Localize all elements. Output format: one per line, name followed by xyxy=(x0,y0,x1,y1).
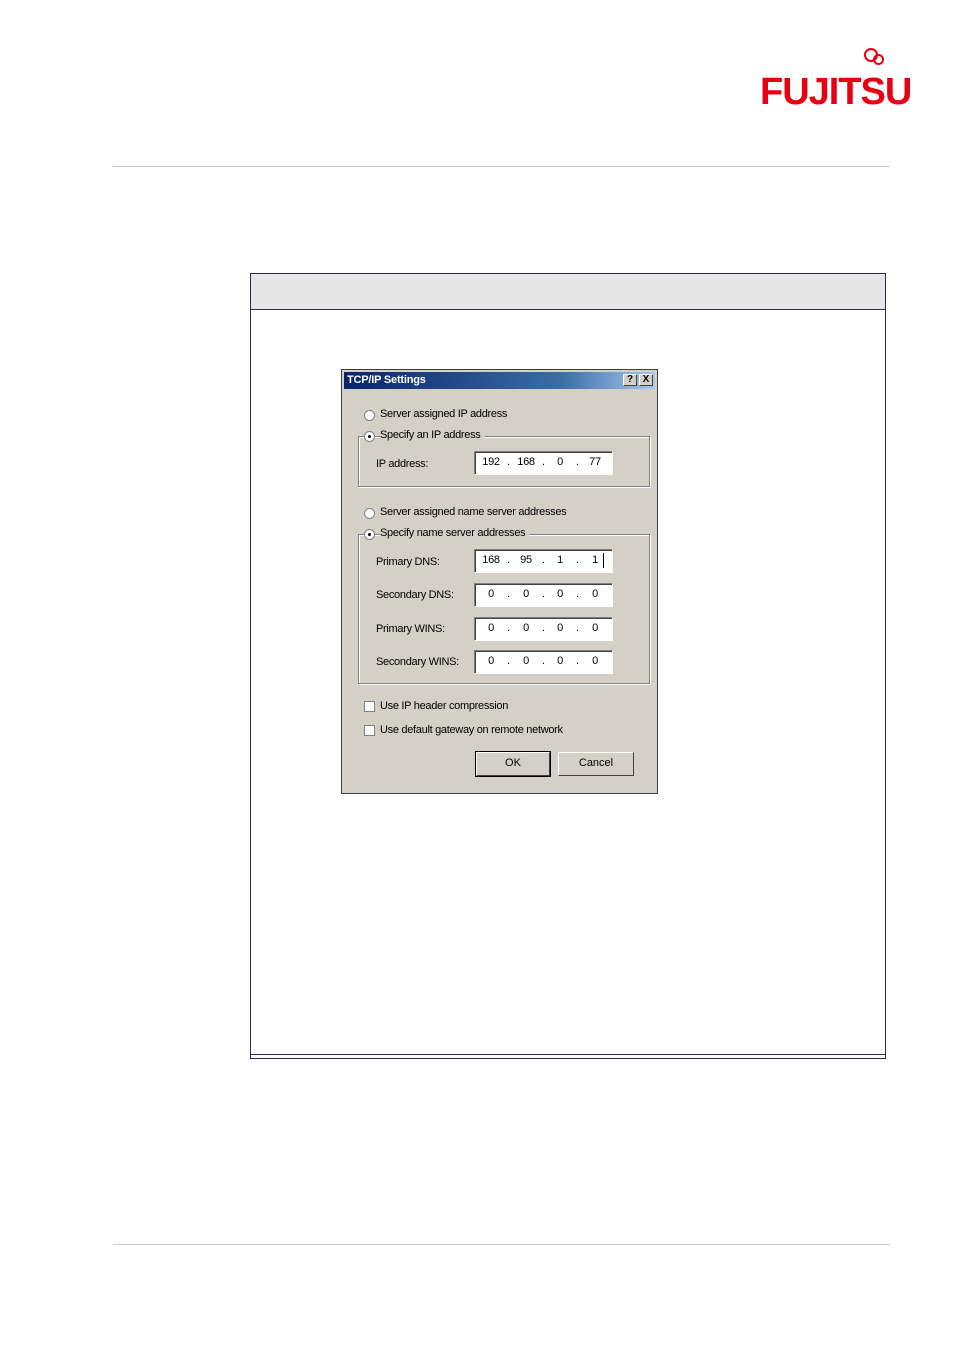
octet-separator: . xyxy=(576,456,580,468)
text-cursor xyxy=(603,553,604,568)
radio-selected-dot xyxy=(368,435,371,438)
octet-separator: . xyxy=(542,588,546,600)
secondary-dns-label: Secondary DNS: xyxy=(376,589,454,601)
figure-frame-header xyxy=(251,274,885,310)
octet-separator: . xyxy=(507,655,511,667)
radio-selected-dot xyxy=(368,533,371,536)
octet-1: 168 xyxy=(482,554,500,566)
octet-1: 0 xyxy=(488,655,494,667)
octet-separator: . xyxy=(507,456,511,468)
octet-separator: . xyxy=(576,622,580,634)
octet-2: 0 xyxy=(523,655,529,667)
octet-3: 1 xyxy=(557,554,563,566)
octet-separator: . xyxy=(576,655,580,667)
octet-1: 192 xyxy=(482,456,500,468)
dialog-title: TCP/IP Settings xyxy=(347,374,426,386)
specify-ip-label[interactable]: Specify an IP address xyxy=(380,429,485,441)
octet-2: 0 xyxy=(523,622,529,634)
octet-1: 0 xyxy=(488,622,494,634)
tcpip-settings-dialog: TCP/IP Settings ? X Server assigned IP a… xyxy=(341,369,658,794)
server-assigned-ip-label[interactable]: Server assigned IP address xyxy=(380,408,507,420)
octet-separator: . xyxy=(507,622,511,634)
octet-separator: . xyxy=(542,456,546,468)
octet-separator: . xyxy=(507,554,511,566)
primary-wins-field[interactable]: 0 . 0 . 0 . 0 xyxy=(474,617,613,641)
secondary-dns-field[interactable]: 0 . 0 . 0 . 0 xyxy=(474,583,613,607)
octet-3: 0 xyxy=(557,655,563,667)
octet-3: 0 xyxy=(557,588,563,600)
ip-address-field[interactable]: 192 . 168 . 0 . 77 xyxy=(474,451,613,475)
specify-dns-label[interactable]: Specify name server addresses xyxy=(380,527,530,539)
ok-button[interactable]: OK xyxy=(475,751,551,777)
primary-wins-label: Primary WINS: xyxy=(376,623,445,635)
cancel-button[interactable]: Cancel xyxy=(558,752,634,776)
dialog-titlebar[interactable]: TCP/IP Settings ? X xyxy=(344,372,655,389)
secondary-wins-field[interactable]: 0 . 0 . 0 . 0 xyxy=(474,650,613,674)
octet-3: 0 xyxy=(557,622,563,634)
octet-separator: . xyxy=(576,588,580,600)
figure-frame-bottom-line xyxy=(251,1054,885,1055)
octet-2: 95 xyxy=(520,554,532,566)
logo-text: FUJITSU xyxy=(760,71,912,113)
octet-2: 168 xyxy=(517,456,535,468)
default-gateway-checkbox[interactable] xyxy=(364,725,375,736)
octet-separator: . xyxy=(507,588,511,600)
octet-4: 0 xyxy=(592,588,598,600)
octet-3: 0 xyxy=(557,456,563,468)
server-assigned-dns-radio[interactable] xyxy=(364,508,375,519)
ip-address-label: IP address: xyxy=(376,458,429,470)
primary-dns-label: Primary DNS: xyxy=(376,556,440,568)
default-gateway-label[interactable]: Use default gateway on remote network xyxy=(380,724,563,736)
header-compression-label[interactable]: Use IP header compression xyxy=(380,700,508,712)
header-rule xyxy=(113,166,890,167)
specify-dns-radio[interactable] xyxy=(364,529,375,540)
logo-ring-small-icon xyxy=(873,54,884,65)
octet-4: 0 xyxy=(592,622,598,634)
help-button[interactable]: ? xyxy=(623,374,637,386)
close-button[interactable]: X xyxy=(639,374,653,386)
octet-separator: . xyxy=(576,554,580,566)
octet-separator: . xyxy=(542,655,546,667)
octet-4: 1 xyxy=(592,554,598,566)
fujitsu-logo: FUJITSU xyxy=(760,48,912,114)
server-assigned-dns-label[interactable]: Server assigned name server addresses xyxy=(380,506,567,518)
octet-2: 0 xyxy=(523,588,529,600)
primary-dns-field[interactable]: 168 . 95 . 1 . 1 xyxy=(474,549,613,573)
octet-4: 77 xyxy=(589,456,601,468)
octet-separator: . xyxy=(542,622,546,634)
octet-4: 0 xyxy=(592,655,598,667)
server-assigned-ip-radio[interactable] xyxy=(364,410,375,421)
octet-separator: . xyxy=(542,554,546,566)
footer-rule xyxy=(113,1244,890,1245)
specify-ip-radio[interactable] xyxy=(364,431,375,442)
octet-1: 0 xyxy=(488,588,494,600)
secondary-wins-label: Secondary WINS: xyxy=(376,656,459,668)
header-compression-checkbox[interactable] xyxy=(364,701,375,712)
